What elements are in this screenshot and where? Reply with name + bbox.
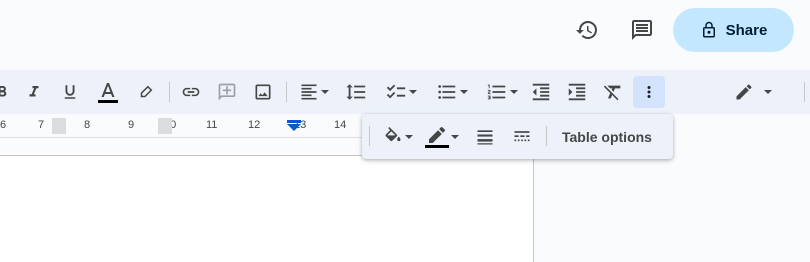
highlight-button[interactable] <box>134 70 158 114</box>
pencil-icon <box>736 84 752 100</box>
share-button[interactable]: Share <box>673 8 794 52</box>
highlighter-icon <box>140 85 153 98</box>
border-color-button[interactable] <box>422 114 462 159</box>
version-history-button[interactable] <box>569 12 605 48</box>
editing-mode-button[interactable] <box>734 70 772 114</box>
ruler-label: 14 <box>334 119 347 131</box>
document-page[interactable] <box>0 155 534 262</box>
text-color-button[interactable] <box>94 70 122 114</box>
clear-formatting-icon <box>603 85 621 101</box>
link-icon <box>182 87 200 97</box>
checklist-button[interactable] <box>378 70 424 114</box>
bold-button[interactable] <box>0 70 12 114</box>
clear-formatting-button[interactable] <box>600 70 626 114</box>
ruler-label: 7 <box>38 119 45 131</box>
increase-indent-button[interactable] <box>564 70 590 114</box>
column-marker[interactable] <box>158 118 172 134</box>
add-comment-button[interactable] <box>214 70 240 114</box>
add-comment-icon <box>218 83 236 101</box>
table-options-label: Table options <box>562 128 652 145</box>
indent-marker-icon[interactable] <box>286 120 302 132</box>
more-options-button[interactable] <box>633 76 665 108</box>
decrease-indent-button[interactable] <box>528 70 554 114</box>
chevron-down-icon <box>321 90 329 94</box>
chevron-down-icon <box>460 90 468 94</box>
ruler-label: 12 <box>248 119 261 131</box>
comments-button[interactable] <box>624 12 660 48</box>
chevron-down-icon <box>510 90 518 94</box>
lock-icon <box>702 21 715 38</box>
chevron-down-icon <box>409 90 417 94</box>
decrease-indent-icon <box>532 83 550 101</box>
ruler-label: 9 <box>128 119 135 131</box>
toolbar-divider <box>804 82 805 102</box>
column-marker[interactable] <box>52 118 66 134</box>
toolbar-divider <box>286 82 287 102</box>
checklist-icon <box>386 84 406 99</box>
history-icon <box>576 21 597 39</box>
chevron-down-icon <box>451 134 459 139</box>
bulleted-list-icon <box>438 85 456 99</box>
toolbar-divider <box>169 82 170 102</box>
underline-button[interactable] <box>58 70 82 114</box>
align-button[interactable] <box>294 70 334 114</box>
ruler-label: 6 <box>0 119 7 131</box>
text-color-icon <box>98 83 118 103</box>
border-width-icon <box>477 129 493 144</box>
top-bar: Share <box>0 0 810 64</box>
ruler-label: 11 <box>206 119 218 131</box>
border-dash-icon <box>514 130 530 141</box>
toolbar-divider <box>369 126 370 146</box>
numbered-list-button[interactable] <box>480 70 524 114</box>
italic-icon <box>29 86 39 97</box>
table-toolbar: Table options <box>362 114 673 159</box>
chevron-down-icon <box>405 134 413 139</box>
align-left-icon <box>301 84 317 100</box>
ruler-label: 8 <box>84 119 91 131</box>
more-vert-icon <box>647 86 651 98</box>
comment-icon <box>632 20 652 40</box>
line-spacing-button[interactable] <box>342 70 370 114</box>
formatting-toolbar <box>0 70 810 114</box>
share-label: Share <box>725 21 768 39</box>
border-width-button[interactable] <box>472 114 498 159</box>
line-spacing-icon <box>346 84 366 100</box>
increase-indent-icon <box>568 83 586 101</box>
image-icon <box>255 84 271 100</box>
chevron-down-icon <box>764 90 772 94</box>
numbered-list-icon <box>487 84 506 100</box>
border-dash-button[interactable] <box>509 114 535 159</box>
border-color-icon <box>425 126 449 148</box>
bulleted-list-button[interactable] <box>430 70 474 114</box>
table-options-button[interactable]: Table options <box>562 114 652 159</box>
toolbar-divider <box>546 126 547 146</box>
cell-background-button[interactable] <box>378 114 418 159</box>
insert-link-button[interactable] <box>178 70 204 114</box>
bold-icon <box>0 86 7 97</box>
insert-image-button[interactable] <box>250 70 276 114</box>
underline-icon <box>64 85 76 99</box>
italic-button[interactable] <box>22 70 46 114</box>
paint-bucket-icon <box>385 126 401 141</box>
